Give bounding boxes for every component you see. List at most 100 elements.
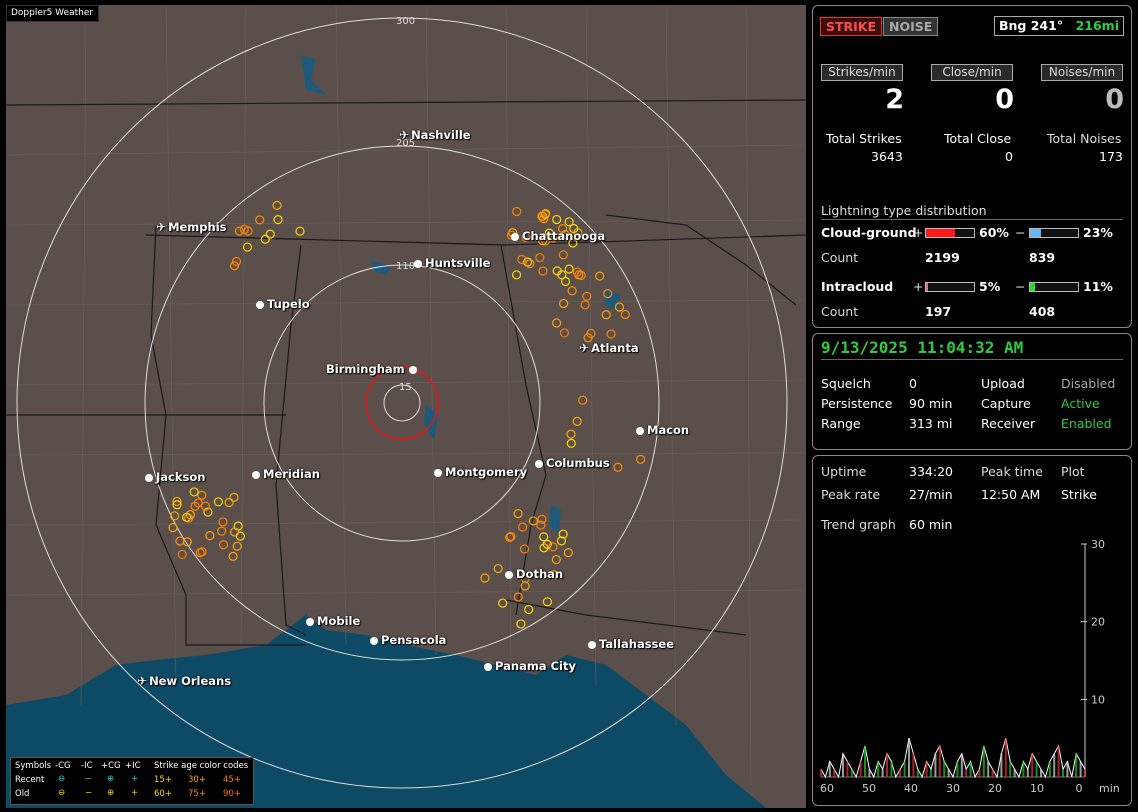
trend-bar <box>987 761 990 777</box>
trend-bar <box>850 769 853 777</box>
strike-marker <box>177 549 187 560</box>
city-dot-icon <box>252 471 260 479</box>
trend-bar <box>1040 769 1042 777</box>
age-15: 15+ <box>154 775 172 785</box>
ic-label: Intracloud <box>821 279 894 294</box>
trend-bar <box>1004 738 1007 777</box>
close-per-min-value: 0 <box>995 84 1014 115</box>
strikes-per-min-button[interactable]: Strikes/min <box>821 64 903 81</box>
trend-bar <box>991 769 994 777</box>
persistence-value: 90 min <box>909 396 953 411</box>
trend-bar <box>1066 761 1069 777</box>
uptime-value: 334:20 <box>909 464 953 479</box>
strike-marker <box>552 214 562 225</box>
plot-label: Plot <box>1061 464 1085 479</box>
receiver-label: Receiver <box>981 416 1036 431</box>
strike-marker <box>512 206 522 217</box>
trend-bar <box>903 761 906 777</box>
city-birmingham: Birmingham <box>326 362 420 376</box>
city-mobile: Mobile <box>306 614 360 628</box>
strike-marker <box>572 416 582 426</box>
trend-y-tick-label: 10 <box>1091 693 1105 706</box>
trend-bar <box>978 769 981 777</box>
old-neg-ic-icon: − <box>85 788 93 798</box>
range-value: 313 mi <box>909 416 953 431</box>
trend-x-tick-label: 10 <box>1030 782 1044 795</box>
trend-graph-label: Trend graph <box>821 517 896 532</box>
strike-marker <box>567 286 577 296</box>
strike-marker <box>260 234 270 244</box>
capture-value: Active <box>1061 396 1100 411</box>
strike-marker <box>525 259 535 269</box>
noise-button[interactable]: NOISE <box>883 17 939 36</box>
close-per-min-button[interactable]: Close/min <box>931 64 1013 81</box>
city-dot-icon <box>636 427 644 435</box>
strike-marker <box>168 522 178 533</box>
city-dot-icon <box>535 460 543 468</box>
strike-marker <box>229 492 239 502</box>
age-30: 30+ <box>188 775 206 785</box>
strike-marker <box>170 511 180 521</box>
age-75: 75+ <box>188 789 206 799</box>
trend-bar <box>916 769 919 777</box>
persistence-label: Persistence <box>821 396 893 411</box>
trend-bar <box>833 769 836 777</box>
strike-marker <box>524 604 534 615</box>
cg-count-label: Count <box>821 250 859 265</box>
trend-bar <box>969 761 972 777</box>
strike-marker <box>235 531 245 541</box>
trend-x-tick-label: 50 <box>862 782 876 795</box>
trend-bar <box>868 769 871 777</box>
city-dot-icon <box>145 474 153 482</box>
strike-marker <box>535 253 545 263</box>
trend-bar <box>912 753 915 777</box>
strike-marker <box>175 536 185 546</box>
strike-marker <box>218 517 228 527</box>
trend-bar <box>1053 753 1056 777</box>
strike-marker <box>233 521 243 531</box>
trend-bar <box>1000 753 1003 777</box>
cg-pos-pct: 60% <box>979 225 1009 240</box>
lightning-map[interactable]: Doppler5 Weather 300 205 110 15 ✈ Nashvil… <box>6 5 806 808</box>
trend-graph-value: 60 min <box>909 517 953 532</box>
trend-bar <box>828 761 831 777</box>
trend-bar <box>1022 761 1025 777</box>
noises-per-min-button[interactable]: Noises/min <box>1041 64 1123 81</box>
ic-pos-count: 197 <box>925 304 952 319</box>
ic-plus-sign: + <box>913 279 924 294</box>
trend-bar <box>1048 761 1051 777</box>
trend-bar <box>864 745 866 777</box>
strike-marker <box>539 532 549 542</box>
strike-marker <box>564 217 574 227</box>
city-pensacola: Pensacola <box>370 633 446 647</box>
old-neg-cg-icon: ⊖ <box>58 788 66 798</box>
trend-bar <box>982 745 985 777</box>
strike-marker <box>213 497 223 507</box>
strike-marker <box>255 215 265 225</box>
strike-marker <box>197 490 207 500</box>
age-45: 45+ <box>223 775 241 785</box>
bearing-display: Bng 241° 216mi <box>994 16 1124 36</box>
trend-bar <box>890 761 893 777</box>
age-90: 90+ <box>223 789 241 799</box>
plot-value[interactable]: Strike <box>1061 487 1097 502</box>
trend-bar <box>881 769 884 777</box>
city-dot-icon <box>505 571 513 579</box>
trend-x-unit: min <box>1099 782 1120 795</box>
city-dot-icon <box>434 469 442 477</box>
strike-button[interactable]: STRIKE <box>820 17 883 36</box>
trend-bar <box>1031 753 1034 777</box>
ic-count-label: Count <box>821 304 859 319</box>
strike-marker <box>620 309 630 320</box>
recent-neg-ic-icon: − <box>85 774 93 784</box>
trend-bar <box>842 753 844 777</box>
trend-bar <box>877 761 880 777</box>
upload-value: Disabled <box>1061 376 1116 391</box>
strike-marker <box>551 554 561 565</box>
close-ring <box>365 366 439 440</box>
noises-per-min-value: 0 <box>1105 84 1124 115</box>
divider <box>821 219 1123 220</box>
cg-neg-fill <box>1030 229 1042 237</box>
city-meridian: Meridian <box>252 467 320 481</box>
city-nashville: ✈ Nashville <box>399 128 471 142</box>
